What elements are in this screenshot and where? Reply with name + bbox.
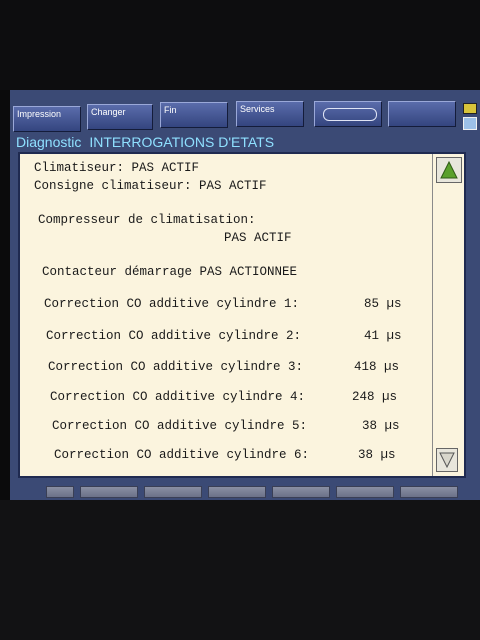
correction-value: 38 µs <box>358 448 396 462</box>
scroll-down-button[interactable] <box>436 448 458 472</box>
function-key[interactable] <box>80 486 138 498</box>
correction-row: Correction CO additive cylindre 6: 38 µs <box>54 447 434 463</box>
function-key-bar <box>10 486 480 500</box>
correction-label: Correction CO additive cylindre 2: <box>46 329 302 343</box>
blank-button[interactable] <box>388 101 456 127</box>
status-consigne: Consigne climatiseur: PAS ACTIF <box>34 179 267 193</box>
impression-button[interactable]: Impression <box>13 106 81 132</box>
changer-label: Changer <box>91 107 126 117</box>
correction-row: Correction CO additive cylindre 1: 85 µs <box>44 296 424 312</box>
corner-icons <box>463 103 477 135</box>
status-climatiseur: Climatiseur: PAS ACTIF <box>34 161 200 175</box>
monitor-bezel-bottom <box>0 500 480 640</box>
correction-label: Correction CO additive cylindre 4: <box>50 390 306 404</box>
page-title: Diagnostic INTERROGATIONS D'ETATS <box>16 132 446 152</box>
correction-label: Correction CO additive cylindre 5: <box>52 419 308 433</box>
toolbar: Impression Changer Fin Services <box>10 100 480 132</box>
correction-value: 248 µs <box>352 390 398 404</box>
changer-button[interactable]: Changer <box>87 104 153 130</box>
function-key[interactable] <box>336 486 394 498</box>
status-contacteur: Contacteur démarrage PAS ACTIONNEE <box>42 265 298 279</box>
correction-row: Correction CO additive cylindre 2: 41 µs <box>46 328 426 344</box>
function-key[interactable] <box>208 486 266 498</box>
fin-button[interactable]: Fin <box>160 102 228 128</box>
page-name: INTERROGATIONS D'ETATS <box>89 134 275 150</box>
correction-value: 85 µs <box>364 297 402 311</box>
diagnostic-screen: Impression Changer Fin Services Diagnost… <box>10 90 480 500</box>
triangle-down-icon <box>439 452 455 468</box>
function-key[interactable] <box>272 486 330 498</box>
correction-label: Correction CO additive cylindre 6: <box>54 448 310 462</box>
fin-label: Fin <box>164 105 177 115</box>
status-panel: Climatiseur: PAS ACTIF Consigne climatis… <box>18 152 466 478</box>
triangle-up-icon <box>440 161 458 179</box>
services-label: Services <box>240 104 275 114</box>
correction-value: 38 µs <box>362 419 400 433</box>
impression-label: Impression <box>17 109 62 119</box>
function-key[interactable] <box>144 486 202 498</box>
status-compresseur-value: PAS ACTIF <box>224 231 292 245</box>
status-list: Climatiseur: PAS ACTIF Consigne climatis… <box>20 154 432 476</box>
function-key[interactable] <box>46 486 74 498</box>
monitor-bezel-top <box>0 0 480 90</box>
correction-label: Correction CO additive cylindre 1: <box>44 297 300 311</box>
folder-icon[interactable] <box>463 103 477 114</box>
scroll-up-button[interactable] <box>436 157 462 183</box>
correction-value: 41 µs <box>364 329 402 343</box>
correction-row: Correction CO additive cylindre 5: 38 µs <box>52 418 432 434</box>
printer-icon[interactable] <box>463 117 477 130</box>
services-button[interactable]: Services <box>236 101 304 127</box>
section-label: Diagnostic <box>16 134 82 150</box>
capsule-icon <box>323 108 377 121</box>
correction-label: Correction CO additive cylindre 3: <box>48 360 304 374</box>
correction-row: Correction CO additive cylindre 4: 248 µ… <box>50 389 430 405</box>
capsule-button[interactable] <box>314 101 382 127</box>
correction-row: Correction CO additive cylindre 3: 418 µ… <box>48 359 428 375</box>
correction-value: 418 µs <box>354 360 400 374</box>
function-key[interactable] <box>400 486 458 498</box>
status-compresseur-label: Compresseur de climatisation: <box>38 213 256 227</box>
scrollbar[interactable] <box>432 154 464 476</box>
